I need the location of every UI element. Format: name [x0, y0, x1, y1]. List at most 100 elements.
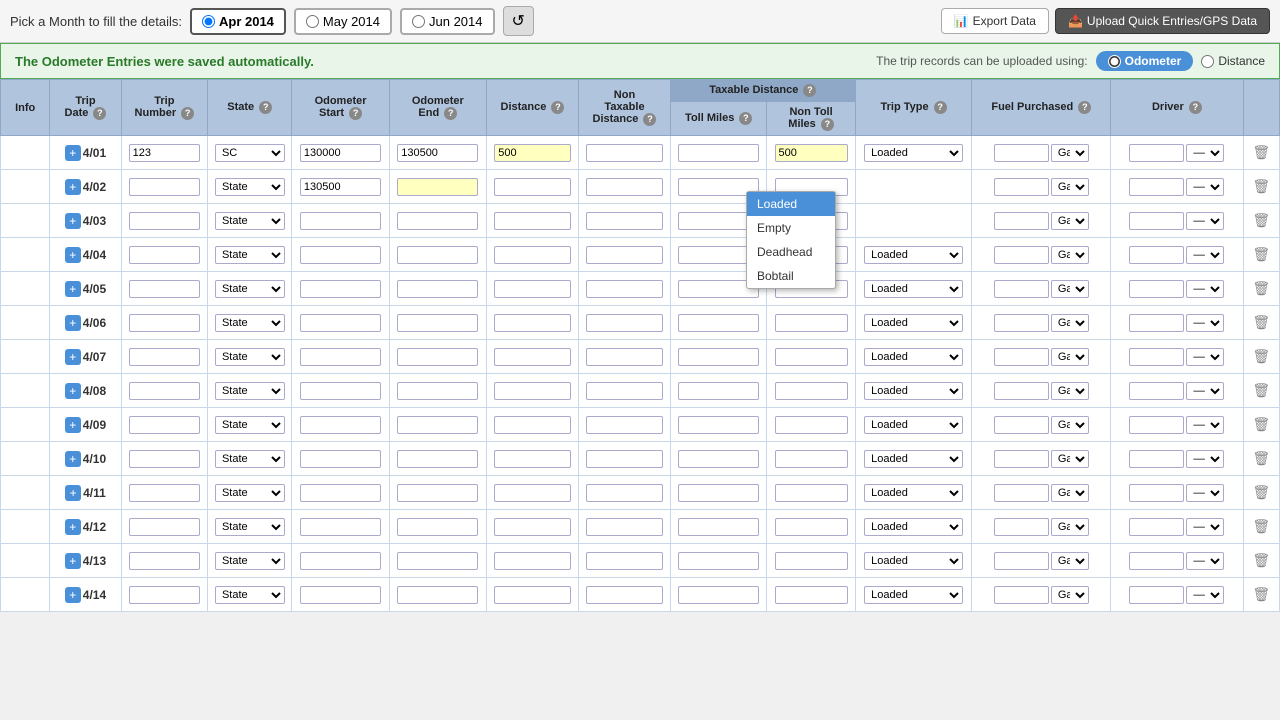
fuel-purchased-cell[interactable]: Gal [972, 476, 1111, 510]
add-row-button[interactable]: + [65, 213, 81, 229]
non-toll-miles-cell[interactable] [767, 544, 855, 578]
trip-type-select[interactable]: LoadedEmptyDeadheadBobtail [864, 484, 963, 502]
fuel-help-icon[interactable]: ? [1078, 101, 1091, 114]
odometer-start-cell[interactable] [292, 136, 389, 170]
fuel-purchased-cell[interactable]: Gal [972, 578, 1111, 612]
delete-row-button[interactable]: 🗑 [1252, 450, 1270, 467]
distance-input[interactable] [494, 382, 571, 400]
state-cell[interactable]: State [208, 408, 292, 442]
driver-input[interactable] [1129, 246, 1184, 264]
trip-number-cell[interactable] [121, 510, 207, 544]
state-cell[interactable]: State [208, 510, 292, 544]
fuel-purchased-cell[interactable]: Gal [972, 510, 1111, 544]
fuel-purchased-cell[interactable]: Gal [972, 544, 1111, 578]
fuel-input[interactable] [994, 246, 1049, 264]
state-cell[interactable]: State [208, 578, 292, 612]
distance-cell[interactable] [487, 442, 579, 476]
add-row-button[interactable]: + [65, 281, 81, 297]
odometer-start-input[interactable] [300, 484, 381, 502]
state-select[interactable]: State [215, 484, 285, 502]
odometer-start-cell[interactable] [292, 272, 389, 306]
distance-cell[interactable] [487, 510, 579, 544]
trip-number-input[interactable] [129, 450, 200, 468]
non-taxable-cell[interactable] [579, 272, 671, 306]
odometer-end-cell[interactable] [389, 306, 486, 340]
trip-type-select[interactable]: LoadedEmptyDeadheadBobtail [864, 280, 963, 298]
driver-cell[interactable]: —— [1111, 238, 1243, 272]
toll-miles-cell[interactable] [671, 306, 767, 340]
fuel-purchased-cell[interactable]: Gal [972, 204, 1111, 238]
fuel-input[interactable] [994, 518, 1049, 536]
fuel-unit-select[interactable]: Gal [1051, 552, 1089, 570]
non-toll-input[interactable] [775, 484, 848, 502]
add-row-button[interactable]: + [65, 587, 81, 603]
fuel-purchased-cell[interactable]: Gal [972, 272, 1111, 306]
trip-number-cell[interactable] [121, 374, 207, 408]
driver-help-icon[interactable]: ? [1189, 101, 1202, 114]
non-toll-input[interactable] [775, 518, 848, 536]
odometer-end-cell[interactable] [389, 272, 486, 306]
toll-miles-cell[interactable] [671, 340, 767, 374]
trip-number-input[interactable] [129, 280, 200, 298]
toll-miles-cell[interactable] [671, 136, 767, 170]
trip-number-input[interactable] [129, 314, 200, 332]
toll-miles-input[interactable] [678, 484, 759, 502]
driver-select[interactable]: —— [1186, 178, 1224, 196]
odometer-end-input[interactable] [397, 280, 478, 298]
non-taxable-input[interactable] [586, 178, 663, 196]
distance-input[interactable] [494, 586, 571, 604]
odometer-start-cell[interactable] [292, 476, 389, 510]
driver-input[interactable] [1129, 552, 1184, 570]
month-apr-radio[interactable]: Apr 2014 [190, 8, 286, 35]
trip-type-select[interactable]: LoadedEmptyDeadheadBobtail [864, 348, 963, 366]
odometer-start-cell[interactable] [292, 238, 389, 272]
odometer-start-input[interactable] [300, 348, 381, 366]
state-cell[interactable]: State [208, 476, 292, 510]
dropdown-option-empty[interactable]: Empty [747, 216, 835, 240]
fuel-unit-select[interactable]: Gal [1051, 450, 1089, 468]
toll-miles-input[interactable] [678, 450, 759, 468]
non-taxable-cell[interactable] [579, 204, 671, 238]
odometer-end-input[interactable] [397, 314, 478, 332]
state-select[interactable]: SC [215, 144, 285, 162]
trip-type-cell[interactable]: LoadedEmptyDeadheadBobtail [855, 238, 972, 272]
state-select[interactable]: State [215, 382, 285, 400]
distance-input[interactable] [494, 416, 571, 434]
delete-row-button[interactable]: 🗑 [1252, 314, 1270, 331]
delete-row-button[interactable]: 🗑 [1252, 280, 1270, 297]
state-cell[interactable]: State [208, 340, 292, 374]
odometer-start-input[interactable] [300, 212, 381, 230]
distance-help-icon[interactable]: ? [551, 101, 564, 114]
odometer-start-input[interactable] [300, 552, 381, 570]
trip-type-cell[interactable]: LoadedEmptyDeadheadBobtail [855, 544, 972, 578]
state-cell[interactable]: State [208, 272, 292, 306]
odometer-end-cell[interactable] [389, 476, 486, 510]
driver-select[interactable]: —— [1186, 552, 1224, 570]
driver-cell[interactable]: —— [1111, 442, 1243, 476]
state-cell[interactable]: State [208, 442, 292, 476]
add-row-button[interactable]: + [65, 417, 81, 433]
trip-number-cell[interactable] [121, 272, 207, 306]
non-taxable-input[interactable] [586, 416, 663, 434]
driver-cell[interactable]: —— [1111, 170, 1243, 204]
distance-cell[interactable] [487, 204, 579, 238]
state-select[interactable]: State [215, 416, 285, 434]
driver-input[interactable] [1129, 314, 1184, 332]
trip-type-cell[interactable]: LoadedEmptyDeadheadBobtail [855, 442, 972, 476]
distance-input[interactable] [494, 314, 571, 332]
trip-number-cell[interactable] [121, 442, 207, 476]
driver-select[interactable]: —— [1186, 144, 1224, 162]
trip-type-select[interactable]: LoadedEmptyDeadheadBobtail [864, 552, 963, 570]
non-taxable-cell[interactable] [579, 170, 671, 204]
trip-number-input[interactable] [129, 382, 200, 400]
delete-row-button[interactable]: 🗑 [1252, 178, 1270, 195]
driver-cell[interactable]: —— [1111, 544, 1243, 578]
trip-type-select[interactable]: LoadedEmptyDeadheadBobtail [864, 518, 963, 536]
odometer-end-input[interactable] [397, 382, 478, 400]
trip-number-input[interactable] [129, 212, 200, 230]
non-toll-miles-cell[interactable] [767, 510, 855, 544]
non-toll-miles-cell[interactable] [767, 476, 855, 510]
odometer-end-input[interactable] [397, 348, 478, 366]
fuel-input[interactable] [994, 348, 1049, 366]
non-taxable-input[interactable] [586, 144, 663, 162]
